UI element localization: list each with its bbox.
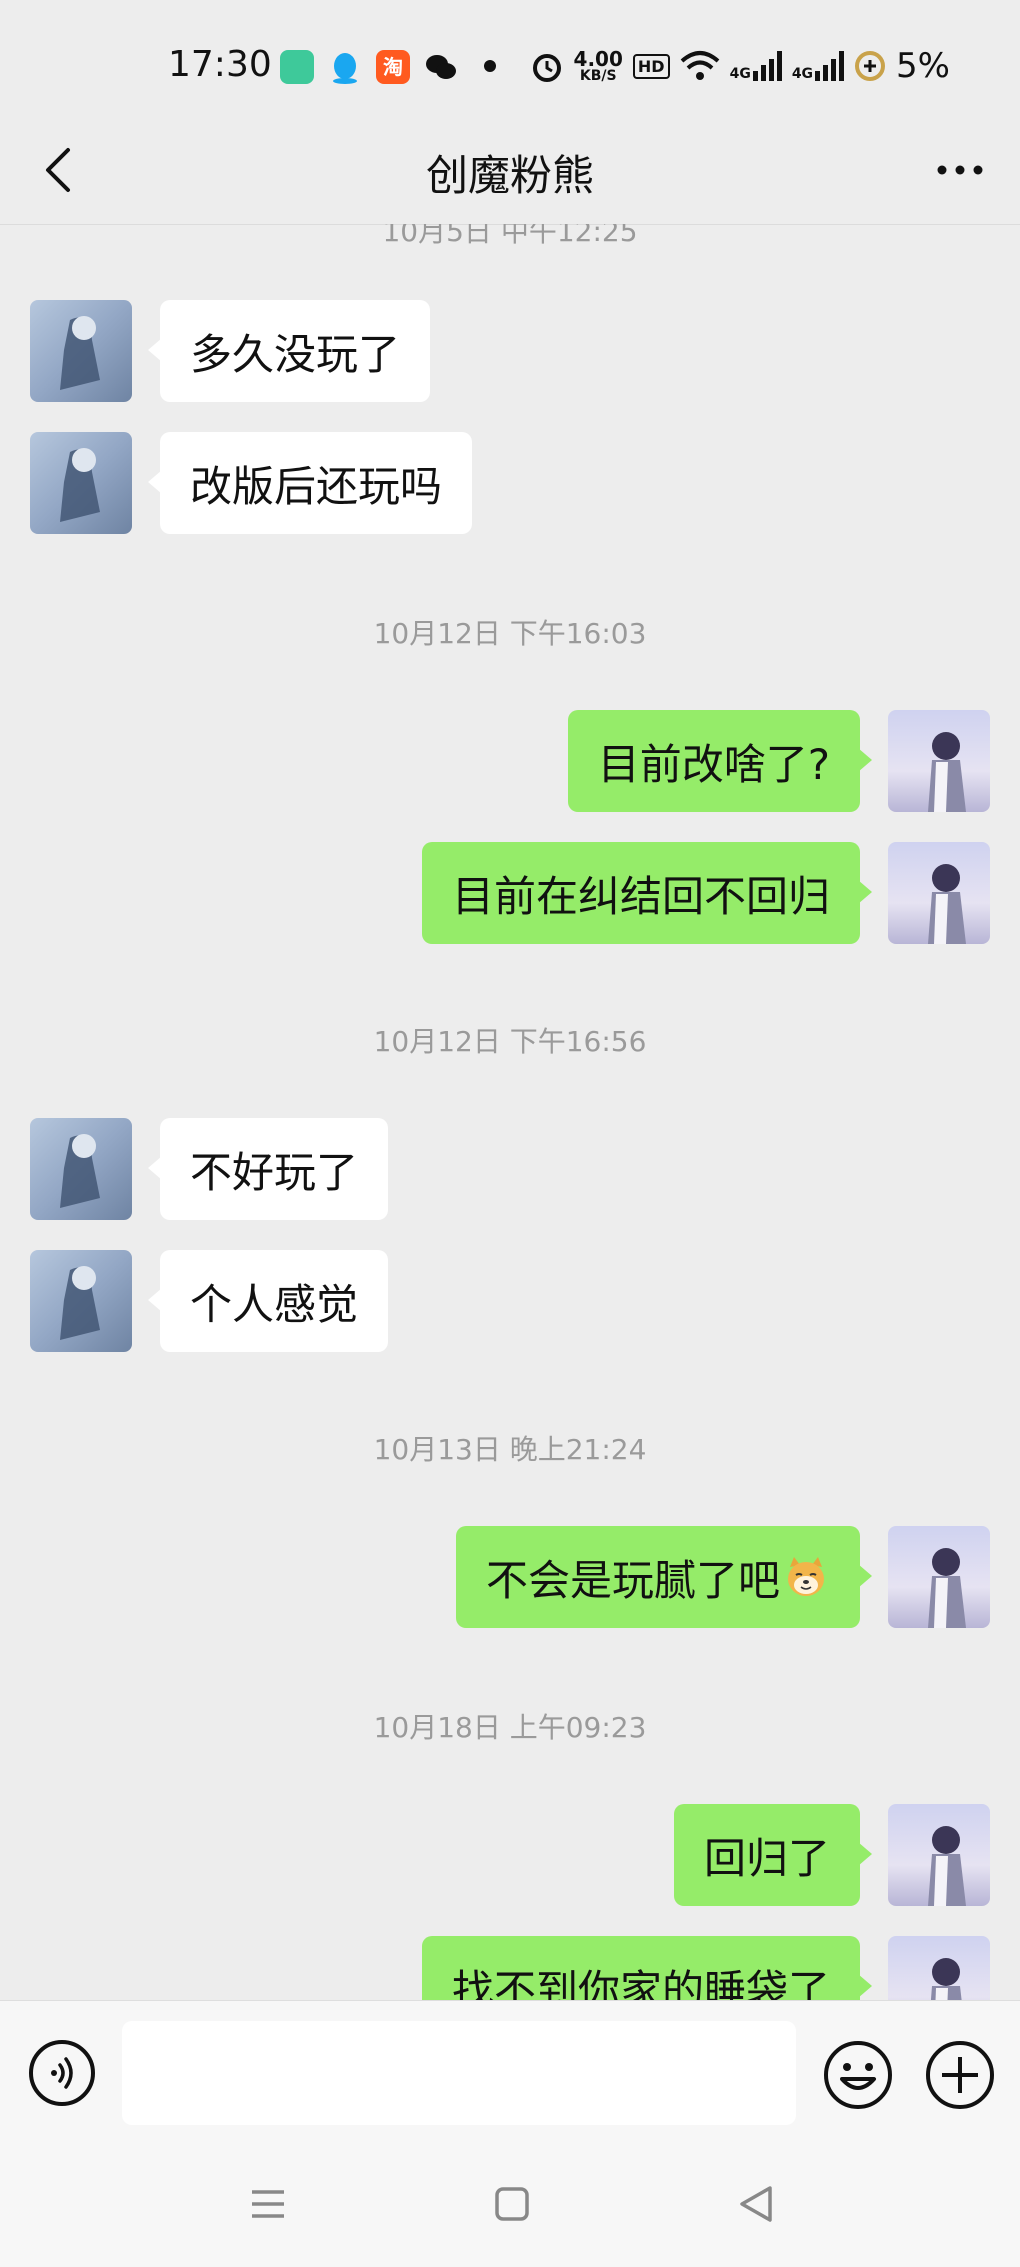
message-text: 不会是玩腻了吧	[485, 1555, 780, 1605]
my-avatar[interactable]	[888, 842, 990, 944]
message-bubble[interactable]: 不好玩了	[147, 1118, 389, 1220]
message-bubble[interactable]: 目前在纠结回不回归	[421, 842, 873, 944]
hd-badge: HD	[632, 53, 670, 79]
chat-area[interactable]: 10月5日 中午12:25 多久没玩了 改版后还玩吗 10月12日 下午16:0…	[0, 224, 1020, 2000]
signal-1-label: 4G	[729, 66, 751, 82]
my-avatar[interactable]	[888, 1526, 990, 1628]
wifi-icon	[680, 51, 719, 80]
message-row: 不好玩了	[0, 1118, 1020, 1222]
input-bar	[0, 2000, 1020, 2131]
timestamp: 10月18日 上午09:23	[373, 1711, 647, 1744]
home-square-icon[interactable]	[482, 2174, 542, 2234]
message-bubble[interactable]: 回归了	[673, 1804, 873, 1906]
signal-2-label: 4G	[791, 66, 814, 82]
message-row: 目前改啥了?	[0, 710, 1020, 814]
menu-icon[interactable]	[238, 2174, 298, 2234]
message-row: 回归了	[0, 1804, 1020, 1908]
my-avatar[interactable]	[888, 1936, 990, 2000]
message-row: 不会是玩腻了吧	[0, 1526, 1020, 1630]
plus-icon[interactable]	[924, 2039, 996, 2111]
message-bubble[interactable]: 不会是玩腻了吧	[455, 1526, 873, 1628]
message-row: 个人感觉	[0, 1250, 1020, 1354]
timestamp: 10月13日 晚上21:24	[373, 1433, 647, 1466]
my-avatar[interactable]	[888, 1804, 990, 1906]
net-speed-value: 4.00	[573, 47, 623, 71]
message-row: 目前在纠结回不回归	[0, 842, 1020, 946]
contact-avatar[interactable]	[30, 300, 132, 402]
message-row: 多久没玩了	[0, 300, 1020, 404]
status-icons: 4.00 KB/S HD 4G 4G 5%	[530, 46, 950, 86]
my-avatar[interactable]	[888, 710, 990, 812]
status-time: 17:30	[168, 44, 272, 85]
system-nav-bar	[0, 2130, 1020, 2267]
doge-emoji-icon	[788, 1557, 824, 1596]
chat-header: 创魔粉熊	[0, 120, 1020, 225]
net-speed-unit: KB/S	[579, 68, 617, 84]
message-bubble[interactable]: 找不到你家的睡袋了	[421, 1936, 873, 2000]
message-input[interactable]	[122, 2021, 796, 2125]
qq-icon	[333, 53, 357, 84]
emoji-icon[interactable]	[822, 2039, 894, 2111]
taobao-icon: 淘	[376, 50, 410, 84]
dot-icon	[484, 60, 496, 72]
net-speed: 4.00 KB/S	[574, 49, 623, 83]
contact-avatar[interactable]	[30, 432, 132, 534]
battery-percent: 5%	[896, 46, 950, 86]
wechat-icon	[426, 55, 456, 79]
signal-1-icon: 4G	[730, 51, 782, 81]
battery-saver-app-icon	[280, 50, 314, 84]
more-dots-icon[interactable]	[930, 140, 990, 200]
message-bubble[interactable]: 多久没玩了	[147, 300, 431, 402]
signal-2-icon: 4G	[791, 51, 845, 82]
message-bubble[interactable]: 个人感觉	[147, 1250, 389, 1352]
timestamp: 10月5日 中午12:25	[382, 224, 638, 248]
alarm-icon	[532, 54, 561, 82]
chat-title: 创魔粉熊	[425, 151, 594, 200]
back-triangle-icon[interactable]	[726, 2174, 786, 2234]
voice-icon[interactable]	[28, 2039, 96, 2107]
contact-avatar[interactable]	[30, 1250, 132, 1352]
timestamp: 10月12日 下午16:03	[373, 617, 647, 650]
message-bubble[interactable]: 目前改啥了?	[567, 710, 873, 812]
message-row: 改版后还玩吗	[0, 432, 1020, 536]
message-bubble[interactable]: 改版后还玩吗	[147, 432, 473, 534]
message-row: 找不到你家的睡袋了	[0, 1936, 1020, 2000]
battery-icon	[855, 51, 886, 81]
status-bar: 17:30 淘 4.00 KB/S HD 4G 4G 5%	[0, 0, 1020, 130]
timestamp: 10月12日 下午16:56	[373, 1025, 647, 1058]
contact-avatar[interactable]	[30, 1118, 132, 1220]
